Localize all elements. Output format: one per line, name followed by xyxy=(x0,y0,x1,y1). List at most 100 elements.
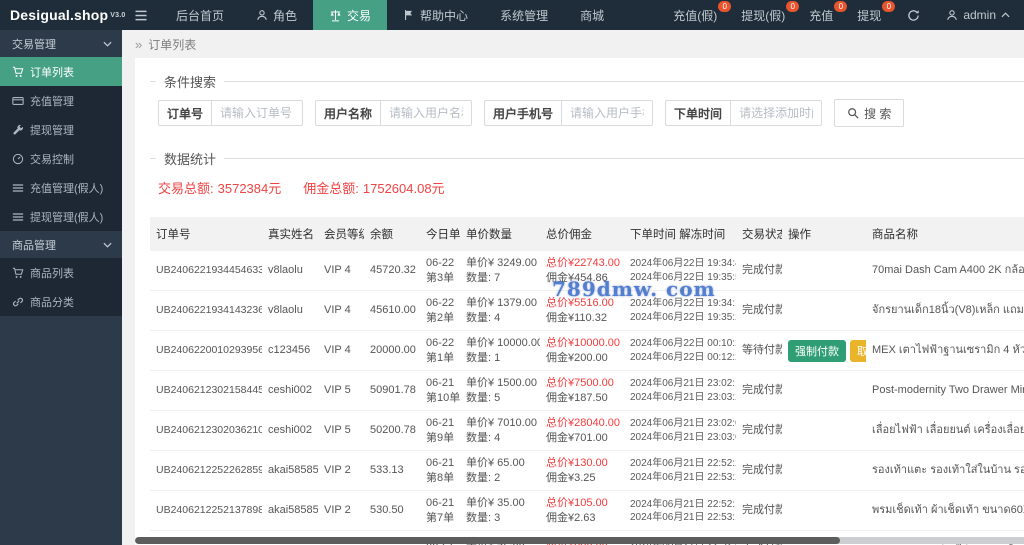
cancel-order-button[interactable]: 取消订单 xyxy=(850,339,866,362)
user-icon xyxy=(946,9,958,21)
order-time: 2024年06月22日 00:10:29 xyxy=(630,338,736,350)
topbar-menu: 后台首页 角色 交易 帮助中心 系统管理 商城 xyxy=(160,0,620,30)
refresh-icon xyxy=(907,9,920,22)
order-day: 06-22 xyxy=(426,337,455,350)
chevron-down-icon xyxy=(103,38,112,50)
cell-trade-status: 完成付款 xyxy=(736,450,782,492)
force-pay-button[interactable]: 强制付款 xyxy=(788,339,846,362)
col-product-name: 商品名称 xyxy=(866,217,1024,251)
nav-item-home[interactable]: 后台首页 xyxy=(160,0,240,30)
card-icon xyxy=(12,95,24,107)
cell-unit-price-qty: 单价¥ 1379.00 数量: 4 xyxy=(460,290,540,332)
total-price: 总价¥105.00 xyxy=(546,497,608,510)
unfreeze-time: 2024年06月21日 22:53:16 xyxy=(630,511,736,523)
user-phone-input[interactable] xyxy=(561,100,654,126)
wrench-icon xyxy=(12,124,24,136)
order-time: 2024年06月21日 23:02:15 xyxy=(630,378,736,390)
cell-unit-price-qty: 单价¥ 65.00 数量: 2 xyxy=(460,450,540,492)
cell-actions xyxy=(782,290,866,332)
sidebar-section-trade-manage[interactable]: 交易管理 xyxy=(0,30,122,57)
order-day: 06-22 xyxy=(426,257,455,269)
col-member-level: 会员等级 xyxy=(318,217,364,251)
cell-order-no: UB2406212302036210 xyxy=(150,410,262,452)
sidebar-item-label: 交易控制 xyxy=(30,153,74,166)
nav-item-label: 商城 xyxy=(580,8,605,23)
sidebar-item-withdraw-manage[interactable]: 提现管理 xyxy=(0,115,122,144)
refresh-button[interactable] xyxy=(895,0,932,30)
unit-price: 单价¥ 35.00 xyxy=(466,497,525,510)
order-seq: 第1单 xyxy=(426,351,455,364)
table-row: UB2406212252262859akai585858VIP 2533.130… xyxy=(150,450,1024,492)
nav-item-help[interactable]: 帮助中心 xyxy=(387,0,484,30)
nav-item-shop[interactable]: 商城 xyxy=(564,0,620,30)
cell-trade-status: 完成付款 xyxy=(736,370,782,412)
notice-withdraw-fake[interactable]: 提现(假) 0 xyxy=(731,0,800,30)
content-panel: 条件搜索 订单号 用户名称 用户手机号 下单时间 搜 索 数据统计 交易总额:35723… xyxy=(135,58,1024,545)
col-trade-status: 交易状态 xyxy=(736,217,782,251)
sidebar-item-withdraw-fake[interactable]: 提现管理(假人) xyxy=(0,202,122,231)
notice-badge: 0 xyxy=(786,1,800,12)
notice-withdraw[interactable]: 提现 0 xyxy=(847,0,896,30)
nav-item-roles[interactable]: 角色 xyxy=(240,0,313,30)
unfreeze-time: 2024年06月22日 19:35:59 xyxy=(630,271,736,283)
cell-real-name: akai585858 xyxy=(262,450,318,492)
order-no-input[interactable] xyxy=(211,100,304,126)
cell-unit-price-qty: 单价¥ 1500.00 数量: 5 xyxy=(460,370,540,412)
col-actions: 操作 xyxy=(782,217,866,251)
cell-total-commission: 总价¥28040.00 佣金¥701.00 xyxy=(540,410,624,452)
nav-item-label: 交易 xyxy=(347,8,372,23)
order-seq: 第2单 xyxy=(426,311,455,324)
cell-order-no: UB2406212252137898 xyxy=(150,490,262,532)
sidebar-item-goods-category[interactable]: 商品分类 xyxy=(0,287,122,316)
horizontal-scrollbar xyxy=(135,537,1024,544)
order-seq: 第10单 xyxy=(426,391,460,404)
cell-real-name: v8laolu xyxy=(262,290,318,332)
user-phone-label: 用户手机号 xyxy=(484,100,562,126)
sidebar-item-trade-control[interactable]: 交易控制 xyxy=(0,144,122,173)
cell-total-commission: 总价¥5516.00 佣金¥110.32 xyxy=(540,290,624,332)
order-time: 2024年06月22日 19:34:14 xyxy=(630,298,736,310)
sidebar-item-order-list[interactable]: 订单列表 xyxy=(0,57,122,86)
search-form: 订单号 用户名称 用户手机号 下单时间 搜 索 xyxy=(150,99,1024,127)
commission: 佣金¥110.32 xyxy=(546,311,607,324)
horizontal-scrollbar-thumb[interactable] xyxy=(135,537,840,544)
app-logo[interactable]: Desigual.shop V3.0 xyxy=(0,0,125,30)
search-button[interactable]: 搜 索 xyxy=(834,99,905,127)
cell-actions xyxy=(782,410,866,452)
stat-value: 3572384元 xyxy=(217,181,282,196)
notice-badge: 0 xyxy=(834,1,848,12)
notice-label: 提现 xyxy=(857,8,882,23)
total-price: 总价¥130.00 xyxy=(546,457,608,470)
cell-actions xyxy=(782,370,866,412)
search-field-user-name: 用户名称 xyxy=(315,100,473,126)
unit-price: 单价¥ 1379.00 xyxy=(466,297,537,310)
cell-trade-status: 完成付款 xyxy=(736,251,782,292)
order-day: 06-21 xyxy=(426,457,455,470)
sidebar-item-label: 充值管理 xyxy=(30,95,74,108)
sidebar-item-recharge-manage[interactable]: 充值管理 xyxy=(0,86,122,115)
sidebar-toggle-icon[interactable] xyxy=(122,0,160,30)
sidebar-section-goods-manage[interactable]: 商品管理 xyxy=(0,231,122,258)
user-name-input[interactable] xyxy=(380,100,473,126)
cell-order-no: UB2406212302158445 xyxy=(150,370,262,412)
nav-item-trade[interactable]: 交易 xyxy=(313,0,388,30)
cell-total-commission: 总价¥7500.00 佣金¥187.50 xyxy=(540,370,624,412)
cell-order-no: UB2406221934143236 xyxy=(150,290,262,332)
cart-icon xyxy=(12,66,24,78)
col-balance: 余额 xyxy=(364,217,420,251)
sidebar-item-label: 订单列表 xyxy=(30,66,74,79)
sidebar-item-goods-list[interactable]: 商品列表 xyxy=(0,258,122,287)
cell-trade-status: 等待付款 xyxy=(736,330,782,372)
cell-member-level: VIP 4 xyxy=(318,251,364,292)
nav-item-system[interactable]: 系统管理 xyxy=(484,0,564,30)
sidebar-item-recharge-fake[interactable]: 充值管理(假人) xyxy=(0,173,122,202)
cell-times: 2024年06月21日 23:02:15 2024年06月21日 23:03:23 xyxy=(624,370,736,412)
notice-label: 充值 xyxy=(809,8,834,23)
cell-balance: 20000.00 xyxy=(364,330,420,372)
nav-item-label: 角色 xyxy=(273,8,298,23)
user-menu[interactable]: admin xyxy=(932,0,1024,30)
notice-recharge-fake[interactable]: 充值(假) 0 xyxy=(663,0,732,30)
col-total-commission: 总价佣金 xyxy=(540,217,624,251)
notice-recharge[interactable]: 充值 0 xyxy=(799,0,848,30)
order-time-input[interactable] xyxy=(730,100,823,126)
